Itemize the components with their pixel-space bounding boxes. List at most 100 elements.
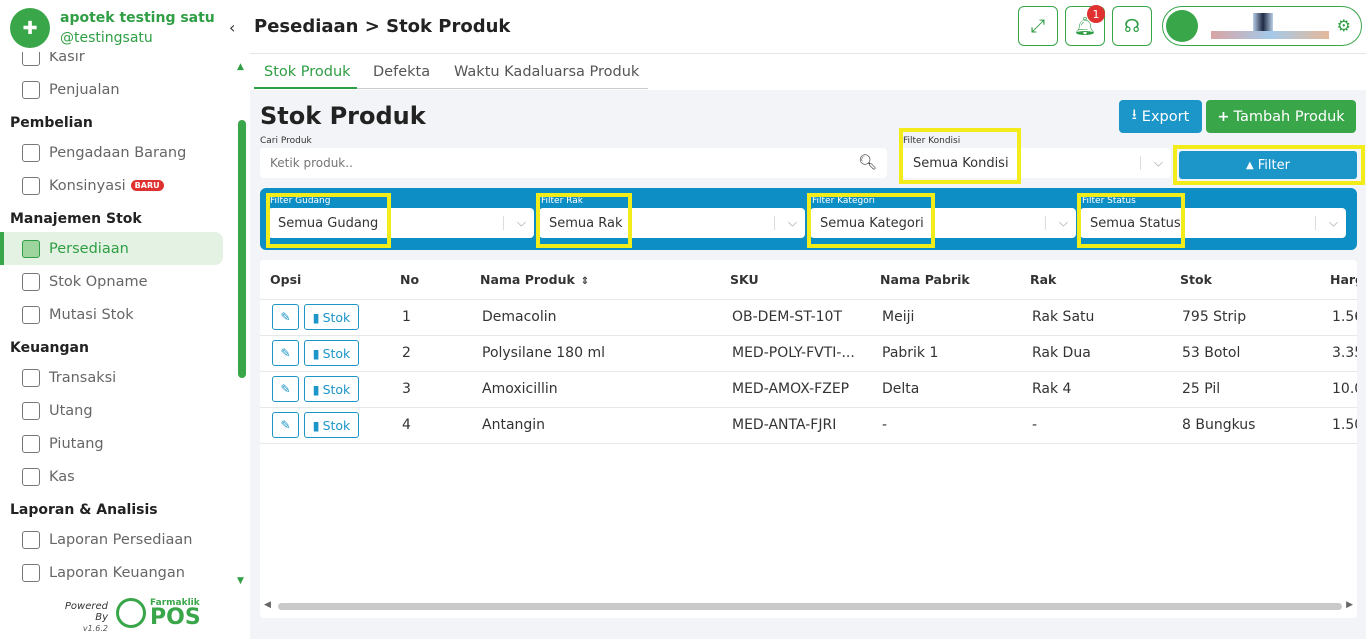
sidebar-item-konsinyasi[interactable]: Konsinyasi BARU <box>0 169 234 202</box>
col-harga: Harg <box>1330 272 1357 287</box>
col-nama-produk[interactable]: Nama Produk ⇕ <box>480 272 589 287</box>
sidebar-item-kasir[interactable]: Kasir <box>0 52 234 73</box>
add-product-label: Tambah Produk <box>1233 108 1345 125</box>
sidebar-item-utang[interactable]: Utang <box>0 394 234 427</box>
headset-icon: ☊ <box>1124 15 1140 37</box>
sales-icon <box>22 80 40 99</box>
gear-icon[interactable]: ⚙ <box>1337 16 1351 35</box>
stok-button[interactable]: ▮ Stok <box>304 412 359 438</box>
clipboard-icon: ▮ <box>312 309 320 325</box>
sidebar: ✚ apotek testing satu @testingsatu ‹ Kas… <box>0 0 250 639</box>
cell-no: 2 <box>402 345 411 361</box>
notification-button[interactable]: 🔔︎ 1 <box>1065 5 1105 46</box>
cell-sku: MED-POLY-FVTI-... <box>732 345 855 361</box>
heading: Stok Produk <box>260 102 426 130</box>
farmaklik-logo-icon <box>116 598 146 628</box>
sidebar-section-keuangan: Keuangan <box>10 340 89 356</box>
cell-stok: 795 Strip <box>1182 309 1247 325</box>
sidebar-item-laporan-persediaan[interactable]: Laporan Persediaan <box>0 523 234 556</box>
add-product-button[interactable]: + Tambah Produk <box>1206 100 1356 133</box>
sidebar-item-piutang[interactable]: Piutang <box>0 427 234 460</box>
cell-rak: Rak Satu <box>1032 309 1095 325</box>
scroll-left-icon[interactable]: ◀ <box>264 600 271 610</box>
pencil-icon: ✎ <box>280 418 291 432</box>
sidebar-item-pengadaan[interactable]: Pengadaan Barang <box>0 136 234 169</box>
collapse-sidebar-icon[interactable]: ‹ <box>229 18 235 37</box>
col-nama-pabrik: Nama Pabrik <box>880 272 970 287</box>
export-label: Export <box>1141 108 1190 125</box>
edit-button[interactable]: ✎ <box>272 304 299 330</box>
farmaklik-pos-logo: Farmaklik POS <box>116 598 201 628</box>
cell-sku: OB-DEM-ST-10T <box>732 309 843 325</box>
stok-button-label: Stok <box>322 417 351 433</box>
sidebar-item-label: Kas <box>49 468 75 485</box>
tab-stok-produk[interactable]: Stok Produk <box>264 64 351 80</box>
stok-button-label: Stok <box>322 309 351 325</box>
pencil-icon: ✎ <box>280 382 291 396</box>
stok-button-label: Stok <box>322 381 351 397</box>
chevron-down-icon: ⌵ <box>1328 215 1338 230</box>
horizontal-scroll-thumb[interactable] <box>278 603 1342 610</box>
redacted-user-name <box>1211 31 1329 39</box>
stok-button[interactable]: ▮ Stok <box>304 376 359 402</box>
support-button[interactable]: ☊ <box>1112 6 1152 46</box>
cell-stok: 8 Bungkus <box>1182 417 1256 433</box>
highlight-kategori <box>807 193 935 248</box>
brand-handle: @testingsatu <box>60 30 153 46</box>
powered-by: Powered By v1.6.2 <box>50 601 108 634</box>
sidebar-item-label: Pengadaan Barang <box>49 144 187 161</box>
col-opsi: Opsi <box>270 272 302 287</box>
highlight-status <box>1077 193 1185 248</box>
debt-icon <box>22 401 40 420</box>
sidebar-item-penjualan[interactable]: Penjualan <box>0 73 234 106</box>
pharmacy-logo-icon: ✚ <box>10 8 50 48</box>
scroll-down-icon[interactable]: ▼ <box>237 576 244 586</box>
cell-rak: Rak Dua <box>1032 345 1091 361</box>
sidebar-scrollbar[interactable]: ▲ ▼ <box>236 62 248 586</box>
stok-button[interactable]: ▮ Stok <box>304 340 359 366</box>
stock-transfer-icon <box>22 305 40 324</box>
brand[interactable]: ✚ apotek testing satu @testingsatu <box>10 8 215 48</box>
search-field[interactable]: 🔍︎ <box>260 148 887 178</box>
export-button[interactable]: ⭳ Export <box>1119 100 1202 133</box>
edit-button[interactable]: ✎ <box>272 376 299 402</box>
search-icon[interactable]: 🔍︎ <box>858 153 877 171</box>
sidebar-section-manajemen-stok: Manajemen Stok <box>10 211 142 227</box>
cell-pabrik: - <box>882 417 888 433</box>
fullscreen-button[interactable]: ⤢ <box>1018 6 1058 46</box>
sidebar-item-label: Utang <box>49 402 93 419</box>
cell-stok: 53 Botol <box>1182 345 1241 361</box>
consignment-icon <box>22 176 40 195</box>
col-rak: Rak <box>1030 272 1057 287</box>
cell-no: 3 <box>402 381 411 397</box>
cell-sku: MED-AMOX-FZEP <box>732 381 850 397</box>
cell-no: 4 <box>402 417 411 433</box>
cell-harga: 1.56 <box>1332 309 1357 325</box>
sidebar-item-mutasi-stok[interactable]: Mutasi Stok <box>0 298 234 331</box>
edit-button[interactable]: ✎ <box>272 412 299 438</box>
sidebar-item-kas[interactable]: Kas <box>0 460 234 493</box>
tab-waktu-kadaluarsa[interactable]: Waktu Kadaluarsa Produk <box>454 64 639 80</box>
sidebar-item-laporan-keuangan[interactable]: Laporan Keuangan <box>0 556 234 588</box>
sidebar-item-stok-opname[interactable]: Stok Opname <box>0 265 234 298</box>
stok-button[interactable]: ▮ Stok <box>304 304 359 330</box>
profile-menu[interactable]: ⚙ <box>1162 6 1362 46</box>
sidebar-item-transaksi[interactable]: Transaksi <box>0 361 234 394</box>
col-nama-produk-label: Nama Produk <box>480 272 575 287</box>
scroll-up-icon[interactable]: ▲ <box>237 62 244 72</box>
sidebar-item-persediaan[interactable]: Persediaan <box>0 232 223 265</box>
tab-defekta[interactable]: Defekta <box>373 64 430 80</box>
scroll-right-icon[interactable]: ▶ <box>1346 600 1353 610</box>
inventory-icon <box>22 239 40 258</box>
search-input[interactable] <box>260 148 840 178</box>
sort-icon[interactable]: ⇕ <box>581 276 589 287</box>
top-bar: Pesediaan > Stok Produk ⤢ 🔔︎ 1 ☊ ⚙ <box>250 0 1366 54</box>
redacted-avatar-image <box>1253 13 1273 31</box>
highlight-kondisi <box>899 128 1021 184</box>
edit-button[interactable]: ✎ <box>272 340 299 366</box>
sidebar-item-label: Laporan Persediaan <box>49 531 193 548</box>
stok-button-label: Stok <box>322 345 351 361</box>
sidebar-scroll-thumb[interactable] <box>238 120 246 378</box>
procurement-icon <box>22 143 40 162</box>
horizontal-scrollbar[interactable]: ◀ ▶ <box>260 600 1357 612</box>
